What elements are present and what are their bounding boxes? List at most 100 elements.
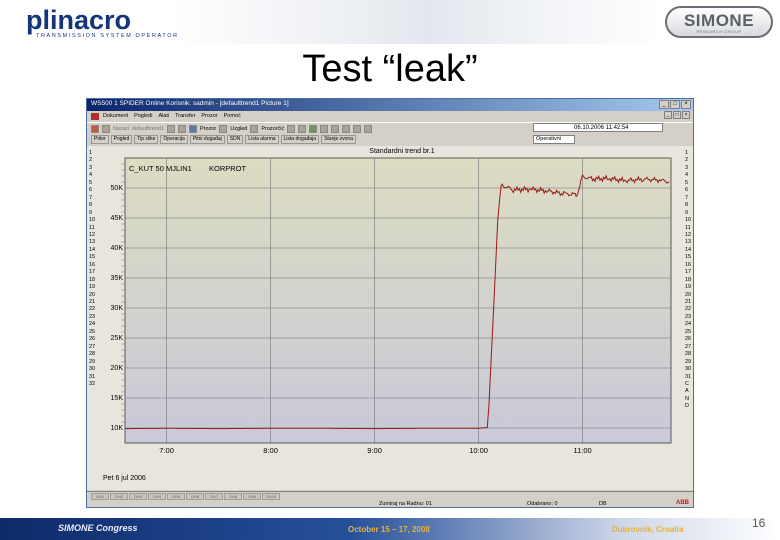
status-tab[interactable]: OH5 <box>167 493 185 500</box>
x-tick-label: 11:00 <box>573 446 591 455</box>
x-tick-label: 7:00 <box>159 446 174 455</box>
zoom-status: Zumiraj na Radnu: 01 <box>379 501 432 507</box>
help-icon[interactable] <box>364 124 373 133</box>
popup-label[interactable]: Prozorčić <box>261 126 284 132</box>
y-tick-label: 30K <box>111 305 124 312</box>
mdi-close-button[interactable]: × <box>682 111 690 119</box>
simone-logo-word: SIMONE <box>683 11 755 30</box>
scada-app-window: WS500 1 SPIDER Online Korisnik: sadmin -… <box>86 98 694 508</box>
menu-transfer[interactable]: Transfer <box>175 113 195 119</box>
view-label[interactable]: Uzgled <box>230 126 247 132</box>
footer-congress: SIMONE Congress <box>58 523 138 533</box>
window-label[interactable]: Prozor <box>200 126 216 132</box>
y-tick-label: 40K <box>111 245 124 252</box>
arrow-left-icon[interactable] <box>167 124 176 133</box>
window-icon[interactable] <box>189 124 198 133</box>
y-tick-label: 20K <box>111 365 124 372</box>
save-icon[interactable] <box>102 124 110 133</box>
picture-name-label: defaulttrend1 <box>131 125 165 132</box>
menu-prozor[interactable]: Prozor <box>201 113 217 119</box>
sdn-dropdown[interactable]: SDN <box>226 135 244 144</box>
plinacro-logo-word: plinacro <box>26 5 132 35</box>
alarm-list-button[interactable]: Lista alarma <box>245 135 279 144</box>
mode-select[interactable]: Operativni <box>533 135 575 144</box>
window-controls: _ □ × <box>659 100 691 109</box>
slide-header: plinacro TRANSMISSION SYSTEM OPERATOR SI… <box>0 0 780 44</box>
maximize-button[interactable]: □ <box>670 100 680 109</box>
y-tick-label: 35K <box>111 275 124 282</box>
view-icon[interactable] <box>219 124 228 133</box>
status-tab[interactable]: OH4 <box>148 493 166 500</box>
app-window-title: WS500 1 SPIDER Online Korisnik: sadmin -… <box>91 100 289 107</box>
status-tab[interactable]: OH10 <box>262 493 280 500</box>
status-tabs: OH1 OH2 OH3 OH4 OH5 OH6 OH7 OH8 OH9 OH10 <box>91 493 280 500</box>
menu-pomoc[interactable]: Pomoć <box>224 113 241 119</box>
status-tab[interactable]: OH7 <box>205 493 223 500</box>
x-tick-label: 9:00 <box>367 446 382 455</box>
plinacro-logo: plinacro TRANSMISSION SYSTEM OPERATOR <box>26 5 177 40</box>
menu-bar: Dokument Pogledi Alati Transfer Prozor P… <box>87 111 693 121</box>
simone-logo: SIMONE RESEARCH GROUP <box>665 6 773 38</box>
mdi-controls: _ □ × <box>664 111 690 119</box>
event-list-button[interactable]: Lista događaja <box>280 135 320 144</box>
status-tab[interactable]: OH3 <box>129 493 147 500</box>
y-tick-label: 50K <box>111 185 124 192</box>
slide-footer: SIMONE Congress October 15 – 17, 2008 Du… <box>0 518 780 540</box>
y-tick-label: 10K <box>111 425 124 432</box>
trend-title: Standardni trend br.1 <box>369 148 435 155</box>
abb-logo: ABB <box>676 500 689 506</box>
refresh-icon[interactable] <box>309 124 318 133</box>
popup-icon[interactable] <box>250 124 259 133</box>
arrow-right-icon[interactable] <box>178 124 187 133</box>
close-button[interactable]: × <box>681 100 691 109</box>
status-tab[interactable]: OH1 <box>91 493 109 500</box>
pittor-dropdown[interactable]: Pittor <box>91 135 109 144</box>
selection-status: Odabrano: 0 <box>527 501 558 507</box>
slide-title: Test “leak” <box>302 48 478 90</box>
print-icon[interactable] <box>91 124 99 133</box>
app-menu-icon[interactable] <box>91 112 99 120</box>
app-titlebar: WS500 1 SPIDER Online Korisnik: sadmin -… <box>87 99 693 111</box>
footer-date: October 15 – 17, 2008 <box>348 525 430 534</box>
trend-chart: 10K 15K 20K 25K 30K 35K 40K 45K 50K 7:00 8:00 9:00 1… <box>103 157 672 482</box>
trend-tag-label: C_KUT 50 MJLIN1 <box>129 164 192 173</box>
status-tab[interactable]: OH9 <box>243 493 261 500</box>
menu-alati[interactable]: Alati <box>158 113 169 119</box>
status-tab[interactable]: OH6 <box>186 493 204 500</box>
status-tab[interactable]: OH2 <box>110 493 128 500</box>
current-datetime: 06.10.2006 11:42:54 <box>533 123 663 132</box>
simone-logo-subtitle: RESEARCH GROUP <box>696 29 742 34</box>
mdi-minimize-button[interactable]: _ <box>664 111 672 119</box>
settings-icon[interactable] <box>353 124 362 133</box>
zoom-in-icon[interactable] <box>287 124 296 133</box>
status-tab[interactable]: OH8 <box>224 493 242 500</box>
plot-gradient <box>125 158 671 443</box>
trend-tag2-label: KORPROT <box>209 164 247 173</box>
mdi-restore-button[interactable]: □ <box>673 111 681 119</box>
pogled-dropdown[interactable]: Pogled <box>110 135 133 144</box>
y-tick-label: 25K <box>111 335 124 342</box>
menu-pogledi[interactable]: Pogledi <box>134 113 152 119</box>
trend-date-label: Pet 6 jul 2006 <box>103 475 146 482</box>
operacija-dropdown[interactable]: Operacija <box>160 135 188 144</box>
minimize-button[interactable]: _ <box>659 100 669 109</box>
tip-slike-dropdown[interactable]: Tip slike <box>134 135 159 144</box>
pitni-dogadaj-dropdown[interactable]: Pitni događaj <box>189 135 225 144</box>
y-tick-label: 15K <box>111 395 124 402</box>
zoom-out-icon[interactable] <box>298 124 307 133</box>
db-status: DB <box>599 501 607 507</box>
back-label[interactable]: Nazad <box>113 126 129 132</box>
pan-icon[interactable] <box>342 124 351 133</box>
y-tick-label: 45K <box>111 215 124 222</box>
bell-state-button[interactable]: Stanje zvona <box>321 135 356 144</box>
plinacro-logo-subtitle: TRANSMISSION SYSTEM OPERATOR <box>36 33 179 39</box>
navigation-toolbar: Pittor Pogled Tip slike Operacija Pitni … <box>87 134 693 145</box>
trend-display: 1 2 3 4 5 6 7 8 9 10 11 12 13 14 15 16 17 18 19 20 21 22 23 24 2… <box>87 146 693 490</box>
status-bar: OH1 OH2 OH3 OH4 OH5 OH6 OH7 OH8 OH9 OH10 Zumiraj … <box>87 491 693 507</box>
page-number: 16 <box>752 516 766 530</box>
x-tick-label: 10:00 <box>469 446 488 455</box>
menu-dokument[interactable]: Dokument <box>103 113 128 119</box>
cursor-icon[interactable] <box>320 124 329 133</box>
x-tick-label: 8:00 <box>263 446 278 455</box>
measure-icon[interactable] <box>331 124 340 133</box>
